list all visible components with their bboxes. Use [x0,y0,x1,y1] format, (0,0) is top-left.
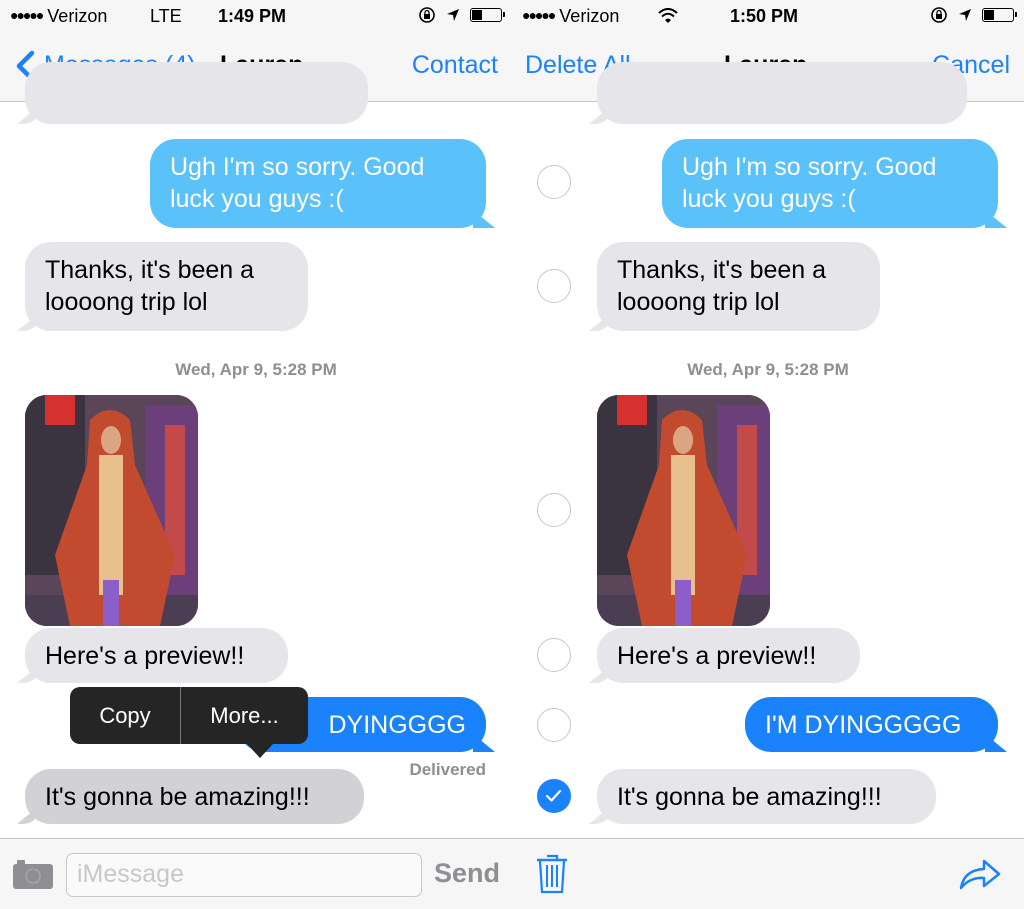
status-icons [930,6,1017,24]
message-list[interactable]: Ugh I'm so sorry. Good luck you guys :( … [512,62,1024,838]
message-bubble[interactable]: It's gonna be amazing!!! [597,769,936,824]
rotation-lock-icon [931,7,947,23]
camera-icon[interactable] [13,859,53,889]
context-menu: Copy More... [70,687,308,758]
more-menu-item[interactable]: More... [181,687,308,744]
message-bubble[interactable]: Here's a preview!! [597,628,860,683]
message-input[interactable]: iMessage [66,853,422,897]
contact-button[interactable]: Contact [412,51,498,80]
carrier-name: Verizon [559,6,620,26]
right-screen: ●●●●● Verizon 1:50 PM Delete All Lauren … [512,0,1024,909]
message-bubble[interactable]: Thanks, it's been a loooong trip lol [597,242,880,331]
select-checkbox-checked[interactable] [537,779,571,813]
message-bubble[interactable]: Ugh I'm so sorry. Good luck you guys :( [150,139,486,228]
select-checkbox[interactable] [537,493,571,527]
message-bubble[interactable]: I'M DYINGGGGG [745,697,998,752]
message-bubble[interactable] [25,62,368,124]
status-bar: ●●●●● Verizon LTE 1:49 PM [0,0,512,34]
forward-icon[interactable] [958,857,1002,891]
clock: 1:50 PM [730,6,799,26]
message-bubble[interactable] [597,62,967,124]
select-checkbox[interactable] [537,269,571,303]
select-checkbox[interactable] [537,638,571,672]
rotation-lock-icon [419,7,435,23]
carrier-name: Verizon [47,6,108,26]
timestamp: Wed, Apr 9, 5:28 PM [687,360,849,379]
wifi-icon [658,8,678,23]
signal-icon: ●●●●● [10,7,44,23]
status-icons [418,6,505,24]
carrier: ●●●●● Verizon [522,6,619,27]
delivery-status: Delivered [409,760,486,779]
copy-menu-item[interactable]: Copy [70,687,180,744]
photo-image [597,395,770,626]
checkmark-icon [545,789,562,802]
composer-bar: iMessage Send [0,838,512,909]
send-button[interactable]: Send [434,858,500,889]
trash-icon[interactable] [536,852,568,894]
message-list[interactable]: Ugh I'm so sorry. Good luck you guys :( … [0,62,512,838]
status-bar: ●●●●● Verizon 1:50 PM [512,0,1024,34]
battery-icon [982,8,1017,22]
select-checkbox[interactable] [537,708,571,742]
signal-icon: ●●●●● [522,7,556,23]
message-bubble[interactable]: Here's a preview!! [25,628,288,683]
select-checkbox[interactable] [537,165,571,199]
edit-toolbar [512,838,1024,909]
location-icon [447,9,459,21]
left-screen: ●●●●● Verizon LTE 1:49 PM Messages (4) L… [0,0,512,909]
battery-icon [470,8,505,22]
carrier: ●●●●● Verizon [10,6,107,27]
menu-pointer [247,744,273,758]
message-bubble[interactable]: Thanks, it's been a loooong trip lol [25,242,308,331]
timestamp: Wed, Apr 9, 5:28 PM [175,360,337,379]
network-type: LTE [150,6,182,26]
clock: 1:49 PM [218,6,287,26]
message-bubble-highlighted[interactable]: It's gonna be amazing!!! [25,769,364,824]
message-bubble[interactable]: Ugh I'm so sorry. Good luck you guys :( [662,139,998,228]
photo-attachment[interactable] [597,395,770,626]
photo-image [25,395,198,626]
photo-attachment[interactable] [25,395,198,626]
location-icon [959,9,971,21]
